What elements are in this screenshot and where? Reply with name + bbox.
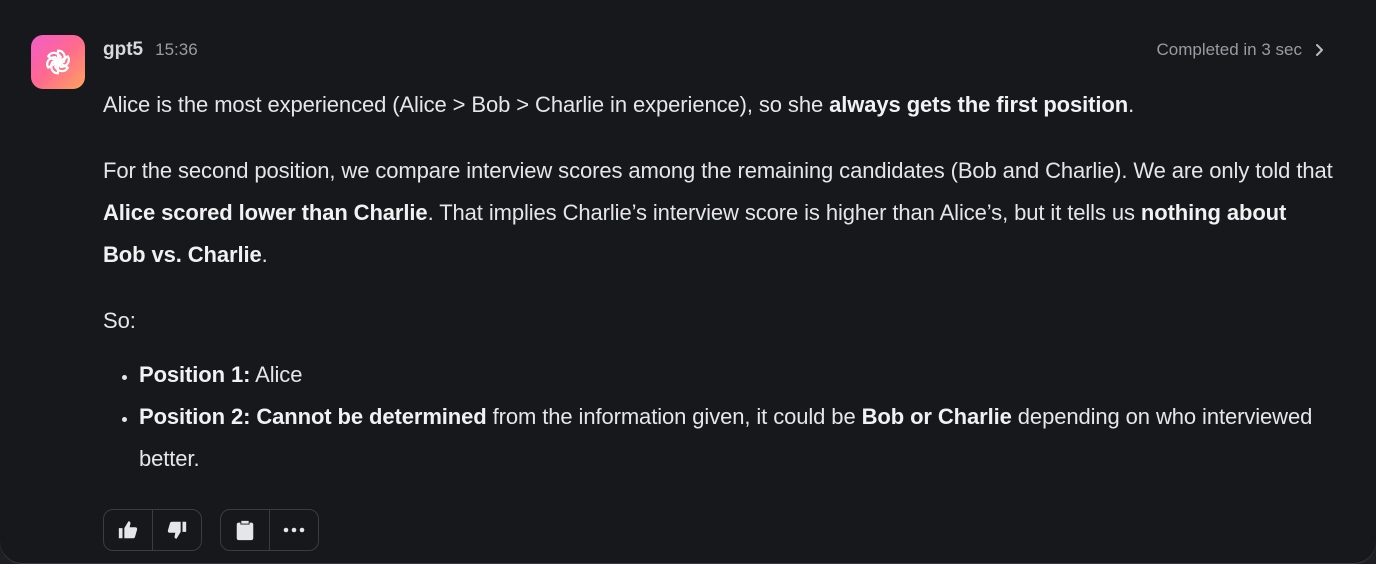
more-options-button[interactable] — [269, 510, 318, 550]
text-segment: . — [261, 242, 268, 267]
openai-logo-icon — [46, 49, 70, 75]
paragraph-3: So: — [103, 308, 136, 333]
thumbs-up-icon — [118, 521, 138, 539]
bold-segment: Position 1: — [139, 362, 251, 387]
text-segment: . That implies Charlie’s interview score… — [427, 200, 1141, 225]
thumbs-up-button[interactable] — [104, 510, 152, 550]
list-item: Position 2: Cannot be determined from th… — [139, 396, 1333, 480]
text-segment: For the second position, we compare inte… — [103, 158, 1333, 183]
paragraph-2: For the second position, we compare inte… — [103, 150, 1333, 276]
thumbs-down-icon — [167, 521, 187, 539]
thumbs-down-button[interactable] — [152, 510, 201, 550]
message-actions — [103, 509, 319, 551]
utility-button-group — [220, 509, 319, 551]
completion-status-toggle[interactable]: Completed in 3 sec — [1156, 38, 1324, 62]
message-body: Alice is the most experienced (Alice > B… — [103, 84, 1333, 480]
text-segment: . — [1128, 92, 1135, 117]
paragraph-1: Alice is the most experienced (Alice > B… — [103, 84, 1333, 126]
bold-segment: Bob or Charlie — [861, 404, 1012, 429]
text-segment: Alice is the most experienced (Alice > B… — [103, 92, 830, 117]
text-segment: Alice — [250, 362, 303, 387]
text-segment: from the information given, it could be — [486, 404, 862, 429]
message-timestamp: 15:36 — [155, 40, 198, 59]
avatar — [31, 35, 85, 89]
chat-message-frame: gpt5 15:36 Completed in 3 sec Alice is t… — [0, 0, 1376, 564]
list-item: Position 1: Alice — [139, 354, 1333, 396]
completion-status-text: Completed in 3 sec — [1156, 40, 1302, 59]
bold-segment: Position 2: Cannot be determined — [139, 404, 487, 429]
bullet-list: Position 1: Alice Position 2: Cannot be … — [103, 354, 1333, 480]
more-icon — [283, 527, 305, 533]
bold-segment: Alice scored lower than Charlie — [103, 200, 428, 225]
feedback-button-group — [103, 509, 202, 551]
message-header: gpt5 15:36 — [103, 36, 198, 64]
chevron-right-icon — [1314, 43, 1324, 57]
model-name: gpt5 — [103, 39, 144, 60]
bold-segment: always gets the first position — [829, 92, 1129, 117]
copy-button[interactable] — [221, 510, 269, 550]
clipboard-icon — [236, 520, 254, 541]
